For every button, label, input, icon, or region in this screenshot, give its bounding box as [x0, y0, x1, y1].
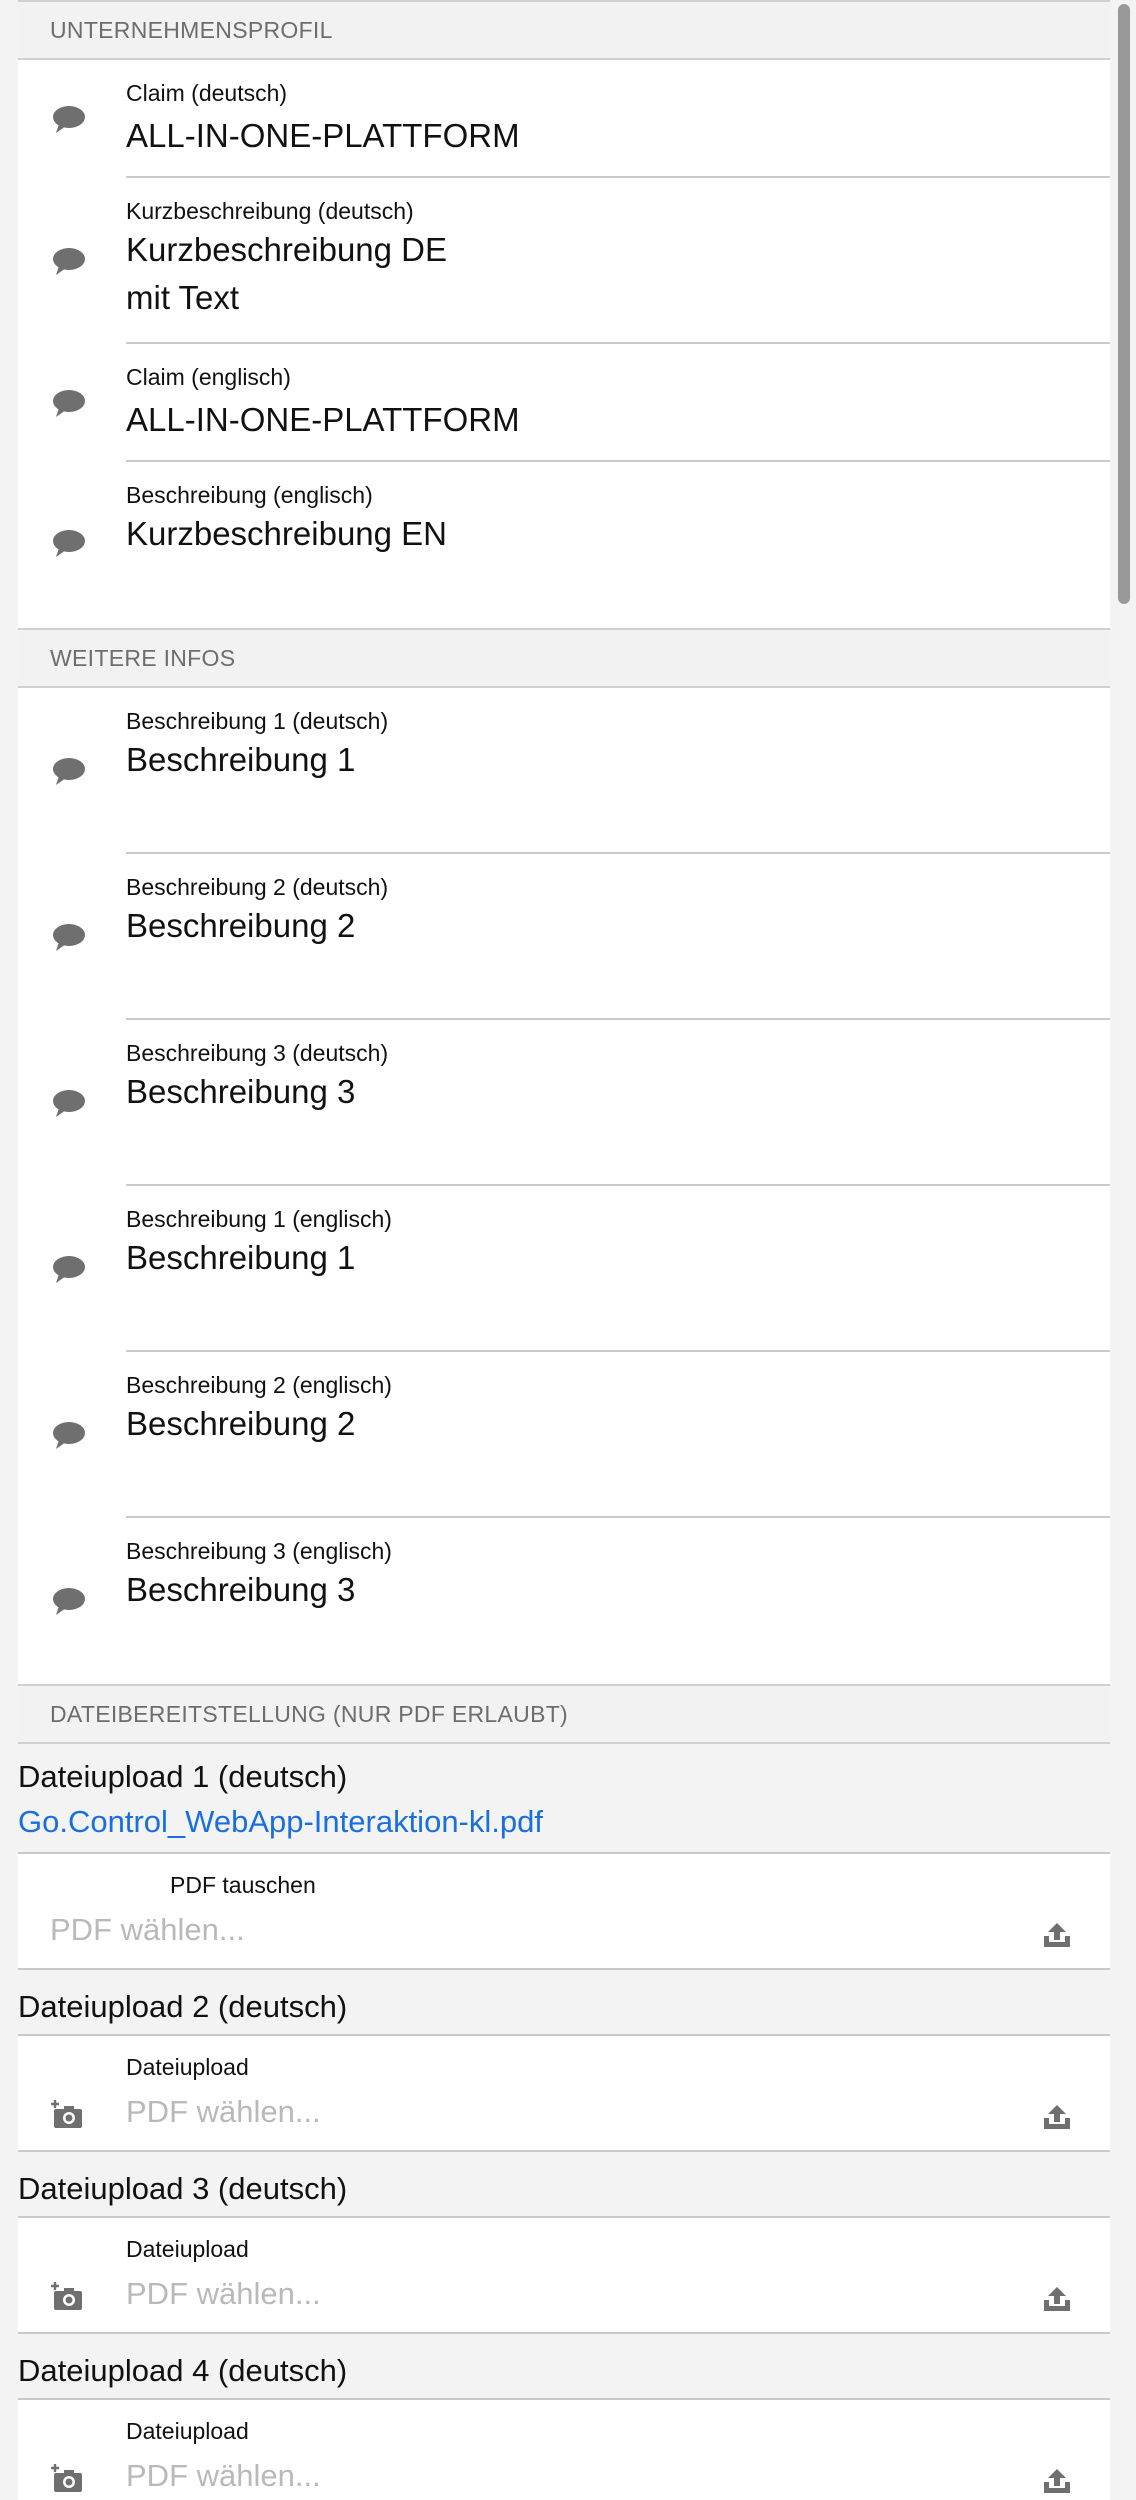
- upload-title: Dateiupload 3 (deutsch): [18, 2152, 1110, 2216]
- comment-button[interactable]: [18, 1020, 126, 1186]
- desc1-en-field[interactable]: Beschreibung 1 (englisch) Beschreibung 1: [126, 1186, 1110, 1352]
- divider: [50, 1852, 1110, 1854]
- section-header-files: DATEIBEREITSTELLUNG (NUR PDF ERLAUBT): [18, 1684, 1110, 1744]
- form-content: UNTERNEHMENSPROFIL Claim (deutsch) ALL-I…: [18, 0, 1110, 2500]
- field-row-claim-de[interactable]: Claim (deutsch) ALL-IN-ONE-PLATTFORM: [18, 60, 1110, 178]
- field-label: Beschreibung 2 (deutsch): [126, 874, 389, 900]
- claim-en-field[interactable]: Claim (englisch) ALL-IN-ONE-PLATTFORM: [126, 344, 1110, 462]
- upload-field-label: Dateiupload: [126, 2236, 249, 2262]
- field-value-line-1: Kurzbeschreibung DE: [126, 231, 448, 268]
- comment-button[interactable]: [18, 462, 126, 628]
- field-value[interactable]: Kurzbeschreibung DE mit Text: [126, 226, 1086, 322]
- field-value[interactable]: Beschreibung 2: [126, 1400, 1086, 1448]
- comment-icon: [53, 1090, 85, 1117]
- comment-icon: [53, 530, 85, 557]
- comment-icon: [53, 1588, 85, 1615]
- upload-icon[interactable]: [1040, 2466, 1074, 2496]
- field-value[interactable]: Beschreibung 3: [126, 1566, 1086, 1614]
- field-label: Claim (englisch): [126, 364, 291, 390]
- desc-en-field[interactable]: Beschreibung (englisch) Kurzbeschreibung…: [126, 462, 1110, 628]
- short-desc-de-field[interactable]: Kurzbeschreibung (deutsch) Kurzbeschreib…: [126, 178, 1110, 344]
- upload-icon[interactable]: [1040, 1920, 1074, 1950]
- camera-add-icon[interactable]: [50, 2282, 84, 2312]
- field-value-line-2: mit Text: [126, 279, 240, 316]
- upload-field-1[interactable]: PDF tauschen PDF wählen...: [18, 1852, 1110, 1970]
- pdf-select-input[interactable]: PDF wählen...: [126, 2458, 321, 2494]
- comment-icon: [53, 758, 85, 785]
- comment-button[interactable]: [18, 688, 126, 854]
- field-label: Beschreibung 3 (englisch): [126, 1538, 392, 1564]
- field-row-desc2-en[interactable]: Beschreibung 2 (englisch) Beschreibung 2: [18, 1352, 1110, 1518]
- section-header-profile: UNTERNEHMENSPROFIL: [18, 0, 1110, 60]
- field-row-desc2-de[interactable]: Beschreibung 2 (deutsch) Beschreibung 2: [18, 854, 1110, 1020]
- comment-button[interactable]: [18, 344, 126, 462]
- upload-field-2[interactable]: Dateiupload PDF wählen...: [18, 2034, 1110, 2152]
- field-value[interactable]: Beschreibung 1: [126, 1234, 1086, 1282]
- field-label: Kurzbeschreibung (deutsch): [126, 198, 414, 224]
- comment-button[interactable]: [18, 1518, 126, 1684]
- section-more: Beschreibung 1 (deutsch) Beschreibung 1 …: [18, 688, 1110, 1684]
- field-row-desc3-en[interactable]: Beschreibung 3 (englisch) Beschreibung 3: [18, 1518, 1110, 1684]
- comment-icon: [53, 1256, 85, 1283]
- pdf-select-input[interactable]: PDF wählen...: [126, 2094, 321, 2130]
- camera-add-icon[interactable]: [50, 2100, 84, 2130]
- field-label: Beschreibung (englisch): [126, 482, 373, 508]
- field-row-desc3-de[interactable]: Beschreibung 3 (deutsch) Beschreibung 3: [18, 1020, 1110, 1186]
- upload-title: Dateiupload 4 (deutsch): [18, 2334, 1110, 2398]
- claim-de-field[interactable]: Claim (deutsch) ALL-IN-ONE-PLATTFORM: [126, 60, 1110, 178]
- field-label: Beschreibung 3 (deutsch): [126, 1040, 389, 1066]
- desc2-de-field[interactable]: Beschreibung 2 (deutsch) Beschreibung 2: [126, 854, 1110, 1020]
- upload-field-4[interactable]: Dateiupload PDF wählen...: [18, 2398, 1110, 2500]
- scrollbar[interactable]: [1110, 0, 1136, 2500]
- comment-icon: [53, 1422, 85, 1449]
- section-profile: Claim (deutsch) ALL-IN-ONE-PLATTFORM Kur…: [18, 60, 1110, 628]
- desc1-de-field[interactable]: Beschreibung 1 (deutsch) Beschreibung 1: [126, 688, 1110, 854]
- upload-icon[interactable]: [1040, 2102, 1074, 2132]
- camera-add-icon[interactable]: [50, 2464, 84, 2494]
- pdf-select-input[interactable]: PDF wählen...: [126, 2276, 321, 2312]
- comment-button[interactable]: [18, 854, 126, 1020]
- pdf-select-input[interactable]: PDF wählen...: [50, 1912, 245, 1948]
- upload-field-3[interactable]: Dateiupload PDF wählen...: [18, 2216, 1110, 2334]
- comment-button[interactable]: [18, 1186, 126, 1352]
- field-value[interactable]: ALL-IN-ONE-PLATTFORM: [126, 112, 1086, 160]
- comment-button[interactable]: [18, 178, 126, 344]
- upload-icon[interactable]: [1040, 2284, 1074, 2314]
- comment-icon: [53, 924, 85, 951]
- field-label: Beschreibung 1 (englisch): [126, 1206, 392, 1232]
- page: UNTERNEHMENSPROFIL Claim (deutsch) ALL-I…: [0, 0, 1136, 2500]
- upload-field-label: Dateiupload: [126, 2054, 249, 2080]
- field-row-short-desc-de[interactable]: Kurzbeschreibung (deutsch) Kurzbeschreib…: [18, 178, 1110, 344]
- field-row-desc1-de[interactable]: Beschreibung 1 (deutsch) Beschreibung 1: [18, 688, 1110, 854]
- upload-title: Dateiupload 1 (deutsch): [18, 1744, 1110, 1802]
- uploaded-file-link[interactable]: Go.Control_WebApp-Interaktion-kl.pdf: [18, 1802, 1110, 1852]
- field-value[interactable]: ALL-IN-ONE-PLATTFORM: [126, 396, 1086, 444]
- comment-button[interactable]: [18, 1352, 126, 1518]
- field-value[interactable]: Beschreibung 3: [126, 1068, 1086, 1116]
- upload-field-label: Dateiupload: [126, 2418, 249, 2444]
- field-label: Beschreibung 2 (englisch): [126, 1372, 392, 1398]
- section-header-more: WEITERE INFOS: [18, 628, 1110, 688]
- desc2-en-field[interactable]: Beschreibung 2 (englisch) Beschreibung 2: [126, 1352, 1110, 1518]
- comment-icon: [53, 390, 85, 417]
- field-value[interactable]: Kurzbeschreibung EN: [126, 510, 1086, 558]
- field-label: Claim (deutsch): [126, 80, 288, 106]
- comment-icon: [53, 106, 85, 133]
- field-value[interactable]: Beschreibung 1: [126, 736, 1086, 784]
- upload-field-label: PDF tauschen: [170, 1872, 316, 1898]
- scrollbar-thumb[interactable]: [1118, 4, 1130, 604]
- field-row-claim-en[interactable]: Claim (englisch) ALL-IN-ONE-PLATTFORM: [18, 344, 1110, 462]
- field-label: Beschreibung 1 (deutsch): [126, 708, 389, 734]
- field-value[interactable]: Beschreibung 2: [126, 902, 1086, 950]
- upload-title: Dateiupload 2 (deutsch): [18, 1970, 1110, 2034]
- field-row-desc1-en[interactable]: Beschreibung 1 (englisch) Beschreibung 1: [18, 1186, 1110, 1352]
- desc3-de-field[interactable]: Beschreibung 3 (deutsch) Beschreibung 3: [126, 1020, 1110, 1186]
- comment-icon: [53, 248, 85, 275]
- field-row-desc-en[interactable]: Beschreibung (englisch) Kurzbeschreibung…: [18, 462, 1110, 628]
- comment-button[interactable]: [18, 60, 126, 178]
- desc3-en-field[interactable]: Beschreibung 3 (englisch) Beschreibung 3: [126, 1518, 1110, 1684]
